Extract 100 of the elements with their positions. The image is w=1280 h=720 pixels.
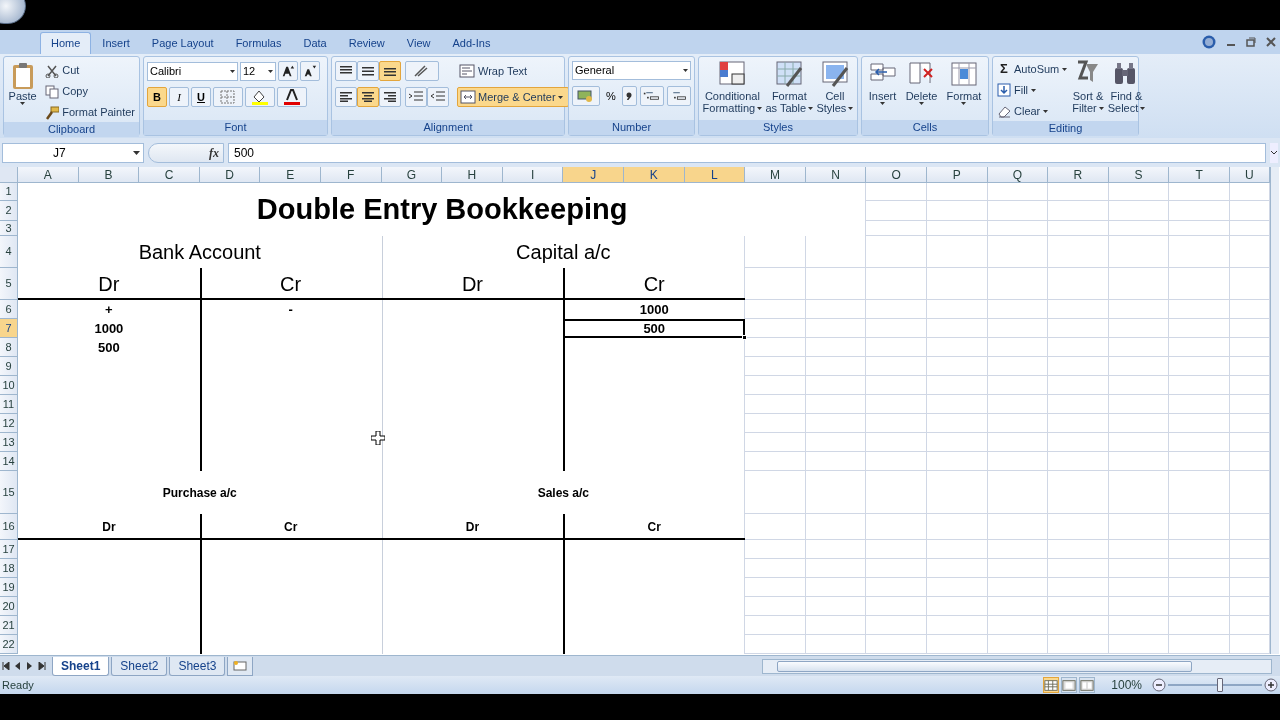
insert-function-button[interactable]: fx bbox=[148, 142, 224, 163]
column-header[interactable]: L bbox=[684, 167, 746, 183]
clipboard-button[interactable]: Cut bbox=[44, 61, 136, 80]
zoom-slider[interactable] bbox=[1168, 678, 1262, 692]
align-bottom-button[interactable] bbox=[379, 61, 401, 81]
row-header[interactable]: 19 bbox=[0, 578, 18, 597]
font-name-field[interactable]: Calibri bbox=[147, 61, 238, 81]
restore-icon[interactable] bbox=[1246, 37, 1256, 47]
column-header[interactable]: T bbox=[1169, 167, 1230, 183]
grow-font-button[interactable] bbox=[278, 61, 298, 81]
wrap-text-button[interactable]: Wrap Text bbox=[457, 61, 569, 81]
cells-button[interactable]: Delete bbox=[905, 60, 938, 120]
row-header[interactable]: 16 bbox=[0, 514, 18, 540]
editing-button[interactable]: Fill bbox=[996, 80, 1069, 100]
ribbon-tab[interactable]: Insert bbox=[91, 32, 141, 54]
format-italic-button[interactable]: I bbox=[169, 87, 189, 107]
column-header[interactable]: N bbox=[805, 167, 867, 183]
font-color-button[interactable] bbox=[277, 87, 307, 107]
row-header[interactable]: 9 bbox=[0, 357, 18, 376]
column-header[interactable]: G bbox=[381, 167, 443, 183]
merge-center-button[interactable]: Merge & Center bbox=[457, 87, 569, 107]
editing-menu-button[interactable]: Find & Select bbox=[1107, 60, 1146, 121]
increase-indent-button[interactable] bbox=[427, 87, 449, 107]
ribbon-tab[interactable]: Data bbox=[292, 32, 338, 54]
previous-sheet-icon[interactable] bbox=[14, 662, 22, 670]
formula-field[interactable]: 500 bbox=[228, 142, 1266, 163]
align-left-button[interactable] bbox=[335, 87, 357, 107]
orientation-button[interactable] bbox=[405, 61, 439, 81]
column-header[interactable]: P bbox=[926, 167, 988, 183]
row-header[interactable]: 21 bbox=[0, 616, 18, 635]
horizontal-scrollbar[interactable] bbox=[762, 658, 1272, 674]
row-header[interactable]: 7 bbox=[0, 319, 18, 338]
next-sheet-icon[interactable] bbox=[26, 662, 34, 670]
row-header[interactable]: 5 bbox=[0, 268, 18, 300]
column-header[interactable]: F bbox=[320, 167, 382, 183]
align-middle-button[interactable] bbox=[357, 61, 379, 81]
decrease-decimal-button[interactable] bbox=[667, 86, 691, 106]
sheet-tab[interactable]: Sheet1 bbox=[52, 656, 110, 676]
row-header[interactable]: 22 bbox=[0, 635, 18, 654]
align-top-button[interactable] bbox=[335, 61, 357, 81]
editing-menu-button[interactable]: Sort & Filter bbox=[1072, 60, 1104, 121]
row-header[interactable]: 17 bbox=[0, 540, 18, 559]
row-header[interactable]: 6 bbox=[0, 300, 18, 319]
column-header[interactable]: S bbox=[1108, 167, 1170, 183]
view-button[interactable] bbox=[1061, 677, 1078, 693]
ribbon-tab[interactable]: Add-Ins bbox=[441, 32, 502, 54]
format-underline-button[interactable]: U bbox=[191, 87, 211, 107]
row-header[interactable]: 13 bbox=[0, 433, 18, 452]
close-icon[interactable] bbox=[1266, 37, 1276, 47]
row-header[interactable]: 11 bbox=[0, 395, 18, 414]
align-right-button[interactable] bbox=[379, 87, 401, 107]
zoom-slider-thumb[interactable] bbox=[1216, 678, 1223, 692]
column-header[interactable]: E bbox=[260, 167, 321, 183]
editing-button[interactable]: Clear bbox=[996, 101, 1069, 121]
name-box[interactable]: J7 bbox=[2, 142, 144, 163]
number-format-field[interactable]: General bbox=[572, 61, 691, 80]
sheet-tab[interactable]: Sheet3 bbox=[169, 656, 226, 676]
column-header[interactable]: A bbox=[18, 167, 79, 183]
row-header[interactable]: 20 bbox=[0, 597, 18, 616]
column-header[interactable]: U bbox=[1229, 167, 1270, 183]
column-header[interactable]: Q bbox=[987, 167, 1049, 183]
font-size-field[interactable]: 12 bbox=[240, 61, 276, 81]
column-header[interactable]: C bbox=[139, 167, 200, 183]
editing-button[interactable]: Σ AutoSum bbox=[996, 59, 1069, 79]
help-icon[interactable] bbox=[1202, 35, 1216, 49]
column-header[interactable]: B bbox=[78, 167, 140, 183]
row-header[interactable]: 1 bbox=[0, 183, 18, 201]
styles-button[interactable]: Cell Styles bbox=[816, 60, 854, 120]
sheet-tab[interactable]: Sheet2 bbox=[111, 656, 168, 676]
view-button[interactable] bbox=[1079, 677, 1096, 693]
row-header[interactable]: 15 bbox=[0, 471, 18, 514]
zoom-in-icon[interactable] bbox=[1264, 678, 1278, 692]
ribbon-tab[interactable]: View bbox=[395, 32, 442, 54]
fill-handle[interactable] bbox=[742, 335, 748, 340]
view-button[interactable] bbox=[1043, 677, 1060, 693]
zoom-level-text[interactable]: 100% bbox=[1111, 676, 1142, 694]
format-bold-button[interactable]: B bbox=[147, 87, 167, 107]
fill-color-button[interactable] bbox=[245, 87, 275, 107]
column-header[interactable]: M bbox=[745, 167, 806, 183]
comma-style-button[interactable] bbox=[621, 86, 637, 106]
accounting-format-button[interactable] bbox=[572, 86, 600, 106]
row-header[interactable]: 4 bbox=[0, 236, 18, 268]
column-header[interactable]: R bbox=[1048, 167, 1109, 183]
column-header[interactable]: O bbox=[866, 167, 927, 183]
column-header[interactable]: K bbox=[623, 167, 685, 183]
row-header[interactable]: 3 bbox=[0, 221, 18, 236]
column-header[interactable]: D bbox=[199, 167, 261, 183]
row-header[interactable]: 14 bbox=[0, 452, 18, 471]
last-sheet-icon[interactable] bbox=[38, 662, 46, 670]
clipboard-button[interactable]: Copy bbox=[44, 82, 136, 101]
ribbon-tab[interactable]: Formulas bbox=[224, 32, 293, 54]
row-header[interactable]: 2 bbox=[0, 201, 18, 221]
row-header[interactable]: 8 bbox=[0, 338, 18, 357]
paste-button[interactable]: Paste bbox=[7, 60, 39, 122]
clipboard-button[interactable]: Format Painter bbox=[44, 103, 136, 122]
column-header[interactable]: H bbox=[442, 167, 503, 183]
cells-button[interactable]: Insert bbox=[868, 60, 897, 120]
ribbon-tab[interactable]: Review bbox=[337, 32, 396, 54]
first-sheet-icon[interactable] bbox=[2, 662, 10, 670]
increase-decimal-button[interactable] bbox=[640, 86, 664, 106]
